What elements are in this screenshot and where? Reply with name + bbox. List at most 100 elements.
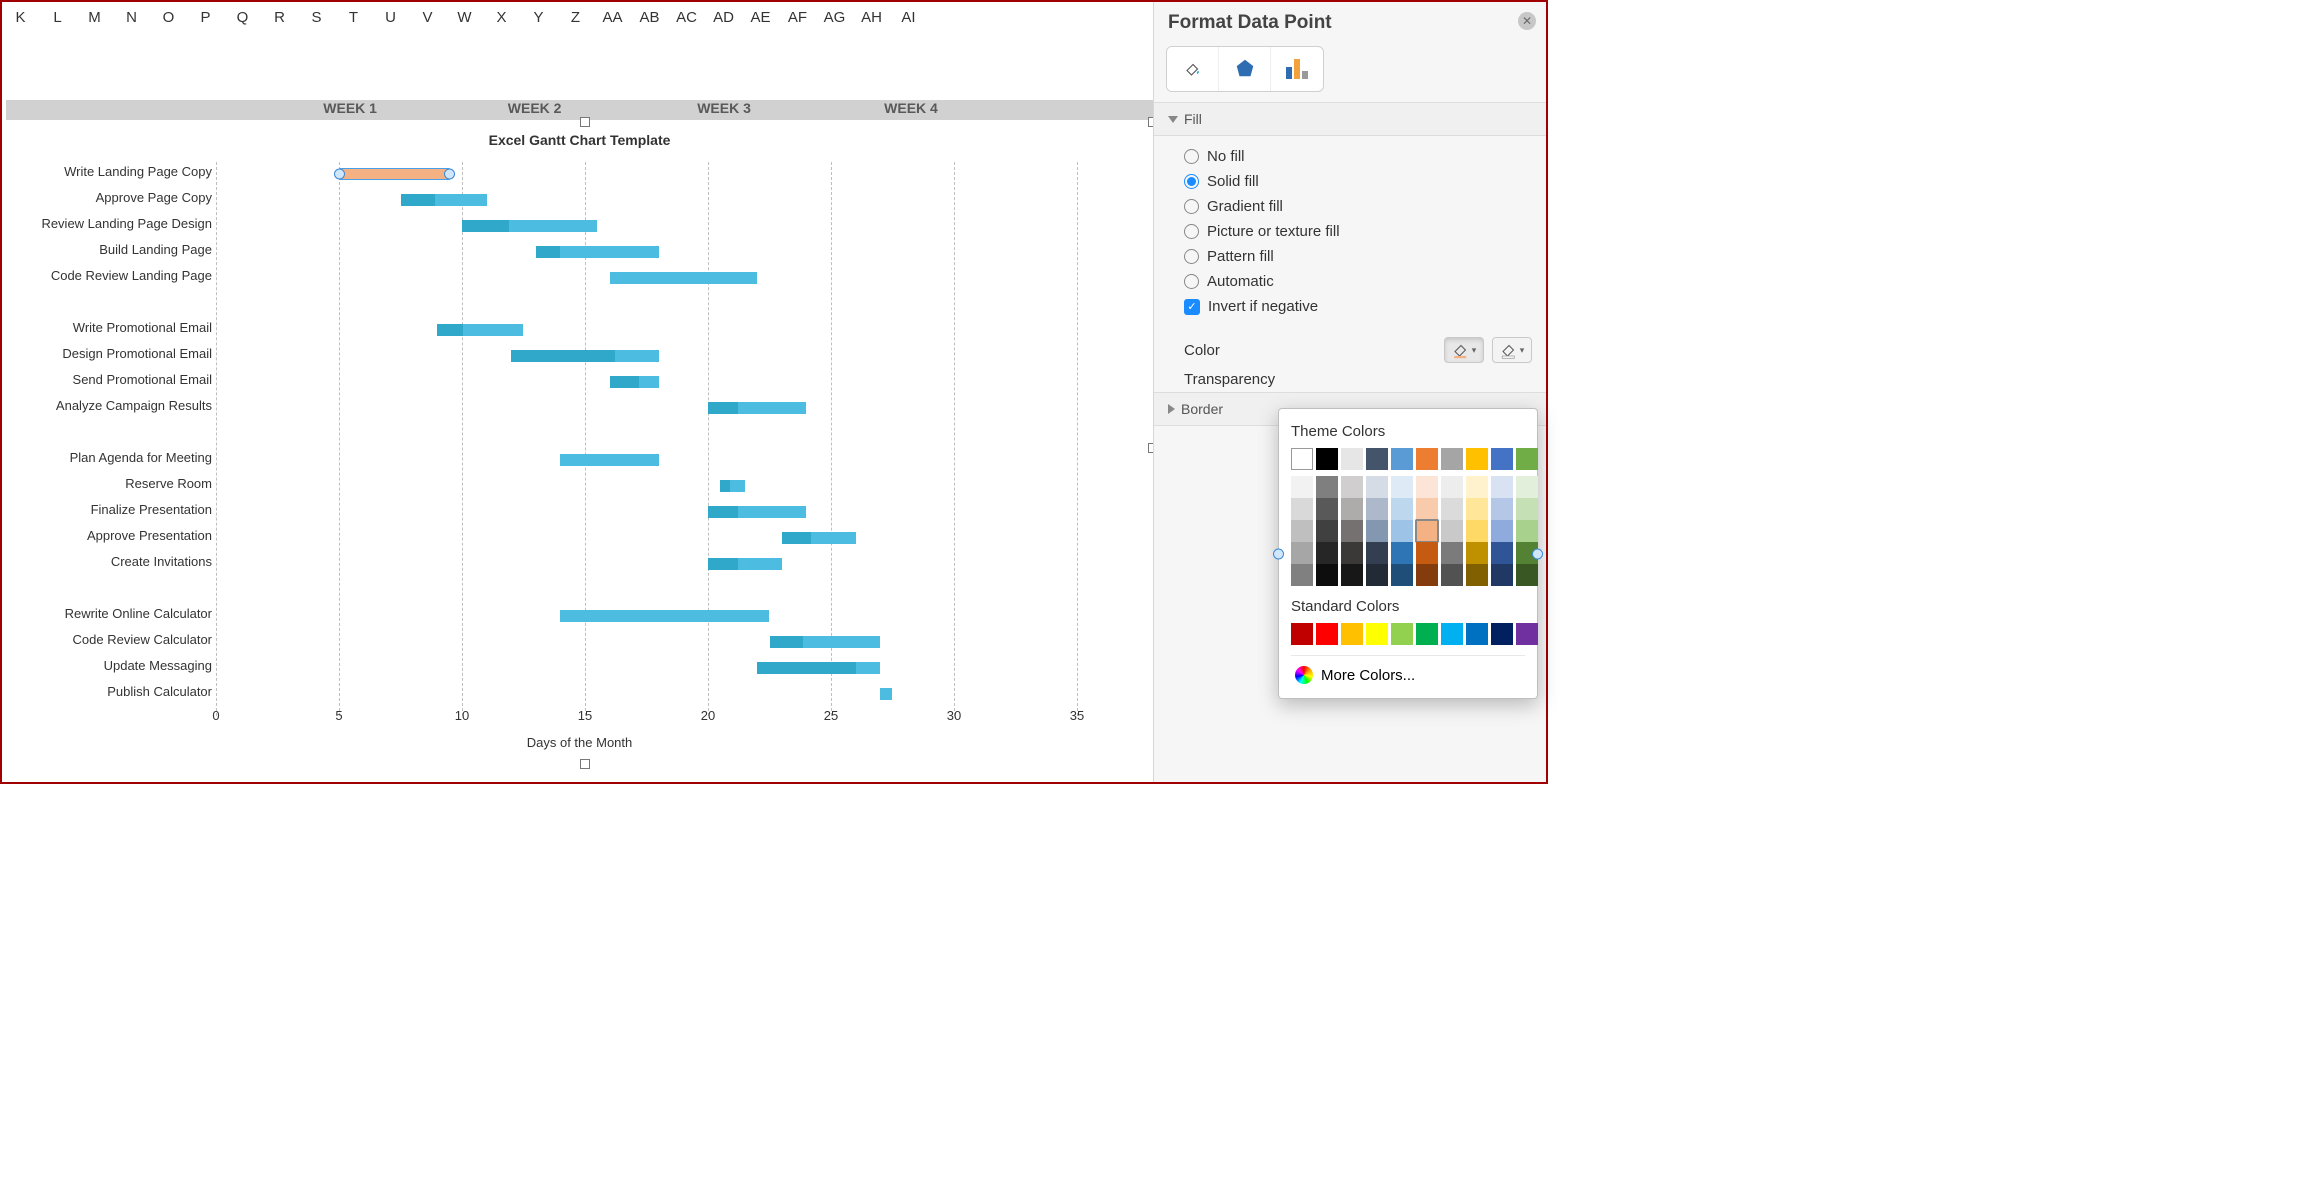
color-swatch[interactable] <box>1291 476 1313 498</box>
color-swatch[interactable] <box>1341 564 1363 586</box>
fill-section-header[interactable]: Fill <box>1154 102 1546 136</box>
color-swatch[interactable] <box>1516 476 1538 498</box>
column-header[interactable]: L <box>39 4 76 32</box>
column-header[interactable]: R <box>261 4 298 32</box>
gantt-bar-segment[interactable] <box>782 532 812 544</box>
color-swatch[interactable] <box>1391 542 1413 564</box>
gantt-bar-segment[interactable] <box>437 324 463 336</box>
fill-option[interactable]: Picture or texture fill <box>1184 219 1532 244</box>
gantt-bar-segment[interactable] <box>536 246 561 258</box>
color-swatch[interactable] <box>1416 476 1438 498</box>
color-swatch[interactable] <box>1316 448 1338 470</box>
fill-tab[interactable] <box>1167 47 1219 91</box>
gantt-bar[interactable] <box>803 636 880 648</box>
gantt-bar-segment[interactable] <box>708 402 738 414</box>
color-swatch[interactable] <box>1416 448 1438 470</box>
gantt-bar[interactable] <box>560 454 658 466</box>
gantt-chart[interactable]: Excel Gantt Chart Template Write Landing… <box>6 122 1153 764</box>
column-header[interactable]: O <box>150 4 187 32</box>
color-swatch[interactable] <box>1466 623 1488 645</box>
color-swatch[interactable] <box>1291 542 1313 564</box>
color-swatch[interactable] <box>1491 498 1513 520</box>
color-swatch[interactable] <box>1491 476 1513 498</box>
column-header[interactable]: K <box>2 4 39 32</box>
series-options-tab[interactable] <box>1271 47 1323 91</box>
column-header[interactable]: Q <box>224 4 261 32</box>
column-header[interactable]: AE <box>742 4 779 32</box>
column-header[interactable]: S <box>298 4 335 32</box>
color-swatch[interactable] <box>1516 520 1538 542</box>
gantt-bar-segment[interactable] <box>462 220 509 232</box>
more-colors-button[interactable]: More Colors... <box>1291 655 1525 686</box>
column-header[interactable]: Y <box>520 4 557 32</box>
invert-color-button[interactable]: ▾ <box>1492 337 1532 363</box>
column-header[interactable]: AC <box>668 4 705 32</box>
color-swatch[interactable] <box>1391 564 1413 586</box>
color-swatch[interactable] <box>1366 476 1388 498</box>
color-swatch[interactable] <box>1291 498 1313 520</box>
gantt-bar[interactable] <box>738 506 807 518</box>
gantt-bar[interactable] <box>811 532 855 544</box>
color-swatch[interactable] <box>1366 564 1388 586</box>
column-header[interactable]: AA <box>594 4 631 32</box>
gantt-bar[interactable] <box>615 350 659 362</box>
color-swatch[interactable] <box>1366 623 1388 645</box>
color-swatch[interactable] <box>1516 498 1538 520</box>
color-swatch[interactable] <box>1441 448 1463 470</box>
column-header[interactable]: AG <box>816 4 853 32</box>
color-swatch[interactable] <box>1291 448 1313 470</box>
color-swatch[interactable] <box>1341 476 1363 498</box>
fill-option[interactable]: No fill <box>1184 144 1532 169</box>
column-header[interactable]: V <box>409 4 446 32</box>
color-swatch[interactable] <box>1516 448 1538 470</box>
color-swatch[interactable] <box>1416 542 1438 564</box>
gantt-bar[interactable] <box>610 272 758 284</box>
color-swatch[interactable] <box>1316 564 1338 586</box>
color-swatch[interactable] <box>1491 623 1513 645</box>
column-header[interactable]: T <box>335 4 372 32</box>
fill-option[interactable]: Gradient fill <box>1184 194 1532 219</box>
column-header[interactable]: AF <box>779 4 816 32</box>
color-swatch[interactable] <box>1391 448 1413 470</box>
color-swatch[interactable] <box>1316 476 1338 498</box>
color-swatch[interactable] <box>1441 564 1463 586</box>
color-swatch[interactable] <box>1316 498 1338 520</box>
gantt-bar[interactable] <box>560 246 658 258</box>
column-header[interactable]: N <box>113 4 150 32</box>
gantt-bar[interactable] <box>738 402 807 414</box>
color-swatch[interactable] <box>1316 623 1338 645</box>
color-swatch[interactable] <box>1491 448 1513 470</box>
gantt-bar-segment[interactable] <box>401 194 435 206</box>
color-swatch[interactable] <box>1416 564 1438 586</box>
gantt-bar[interactable] <box>435 194 487 206</box>
color-swatch[interactable] <box>1341 623 1363 645</box>
color-swatch[interactable] <box>1416 623 1438 645</box>
color-swatch[interactable] <box>1366 542 1388 564</box>
plot-area[interactable] <box>216 162 1073 716</box>
column-header[interactable]: AB <box>631 4 668 32</box>
column-header[interactable]: AD <box>705 4 742 32</box>
color-swatch[interactable] <box>1441 623 1463 645</box>
color-swatch[interactable] <box>1341 520 1363 542</box>
color-swatch[interactable] <box>1416 520 1438 542</box>
gantt-bar[interactable] <box>639 376 659 388</box>
fill-option[interactable]: Solid fill <box>1184 169 1532 194</box>
color-swatch[interactable] <box>1466 448 1488 470</box>
effects-tab[interactable] <box>1219 47 1271 91</box>
column-header[interactable]: AI <box>890 4 927 32</box>
color-swatch[interactable] <box>1291 520 1313 542</box>
color-swatch[interactable] <box>1341 448 1363 470</box>
color-swatch[interactable] <box>1466 498 1488 520</box>
chart-handle[interactable] <box>580 117 590 127</box>
close-icon[interactable]: ✕ <box>1518 12 1536 30</box>
column-header[interactable]: Z <box>557 4 594 32</box>
color-swatch[interactable] <box>1491 520 1513 542</box>
gantt-bar-segment[interactable] <box>720 480 730 492</box>
color-swatch[interactable] <box>1441 498 1463 520</box>
gantt-bar-segment[interactable] <box>757 662 855 674</box>
gantt-bar-segment[interactable] <box>610 376 640 388</box>
gantt-bar-segment[interactable] <box>708 506 738 518</box>
gantt-bar[interactable] <box>880 688 892 700</box>
color-swatch[interactable] <box>1316 520 1338 542</box>
color-swatch[interactable] <box>1491 542 1513 564</box>
